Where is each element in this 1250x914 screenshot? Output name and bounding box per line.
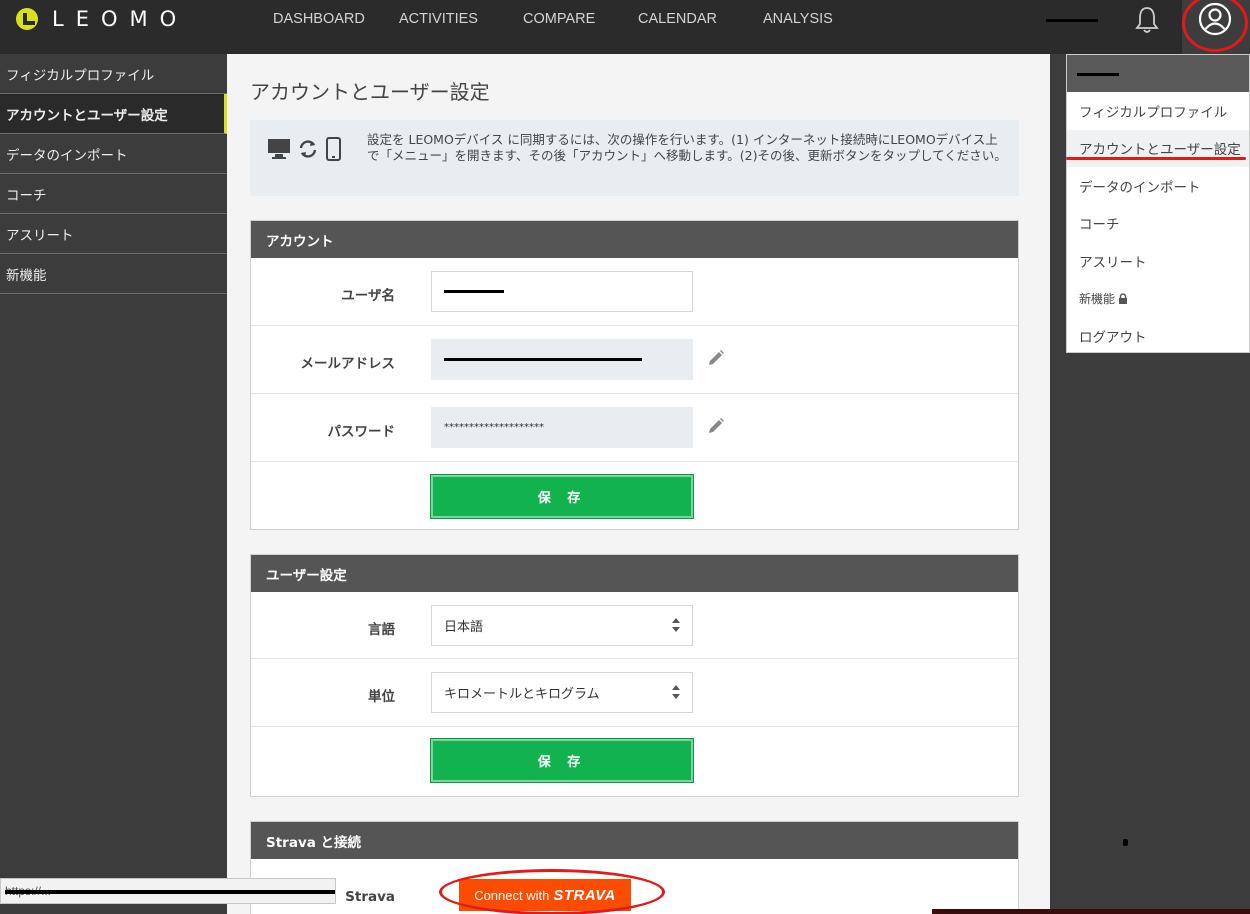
language-select[interactable]: 日本語 — [431, 605, 693, 646]
annotation-circle-strava — [439, 869, 665, 914]
password-label: パスワード — [327, 424, 396, 440]
user-settings-save-button[interactable]: 保 存 — [430, 738, 694, 783]
username-input[interactable] — [431, 271, 693, 312]
dropdown-item-physical-profile[interactable]: フィジカルプロファイル — [1067, 92, 1249, 130]
dropdown-item-data-import[interactable]: データのインポート — [1067, 167, 1249, 205]
strava-row: Strava Connect with STRAVA — [251, 859, 1018, 914]
sync-instructions: 設定を LEOMOデバイス に同期するには、次の操作を行います。(1) インター… — [367, 132, 1007, 163]
account-card-header: アカウント — [251, 221, 1018, 258]
dropdown-new-features-label: 新機能 — [1079, 291, 1116, 306]
language-label: 言語 — [368, 622, 395, 638]
phone-icon — [326, 137, 341, 161]
leomo-logo[interactable]: LEOMO — [16, 7, 189, 31]
user-settings-card: ユーザー設定 言語 日本語 単位 キロメートルとキログラム 保 存 — [250, 554, 1019, 797]
account-save-button[interactable]: 保 存 — [430, 474, 694, 519]
edit-email-pencil-icon[interactable] — [706, 348, 726, 368]
bell-icon[interactable] — [1132, 5, 1162, 35]
sync-info-box: 設定を LEOMOデバイス に同期するには、次の操作を行います。(1) インター… — [250, 120, 1019, 196]
sidebar-item-new-features[interactable]: 新機能 — [0, 254, 227, 294]
redacted-email-value — [444, 358, 642, 361]
page-title: アカウントとユーザー設定 — [250, 80, 490, 104]
strava-card-header: Strava と接続 — [251, 822, 1018, 859]
browser-status-bar: https://... — [0, 878, 336, 904]
user-dropdown-menu: フィジカルプロファイル アカウントとユーザー設定 データのインポート コーチ ア… — [1066, 54, 1250, 353]
sidebar: フィジカルプロファイル アカウントとユーザー設定 データのインポート コーチ ア… — [0, 54, 227, 914]
dropdown-item-logout[interactable]: ログアウト — [1067, 317, 1249, 355]
logo-text: LEOMO — [52, 7, 189, 31]
email-label: メールアドレス — [300, 356, 396, 372]
user-settings-save-row: 保 存 — [251, 727, 1018, 795]
email-row: メールアドレス — [251, 326, 1018, 394]
leomo-logo-mark-icon — [16, 8, 38, 30]
strava-label: Strava — [345, 889, 395, 905]
language-row: 言語 日本語 — [251, 592, 1018, 659]
sidebar-item-athlete[interactable]: アスリート — [0, 214, 227, 254]
top-navbar: LEOMO DASHBOARD ACTIVITIES COMPARE CALEN… — [0, 0, 1250, 54]
redacted-status-url — [5, 890, 335, 894]
sidebar-item-data-import[interactable]: データのインポート — [0, 134, 227, 174]
password-row: パスワード ******************** — [251, 394, 1018, 462]
lock-icon — [1119, 293, 1128, 304]
strava-card: Strava と接続 Strava Connect with STRAVA — [250, 821, 1019, 914]
username-label: ユーザ名 — [341, 288, 395, 304]
username-row: ユーザ名 — [251, 258, 1018, 326]
account-save-row: 保 存 — [251, 462, 1018, 531]
dropdown-item-athlete[interactable]: アスリート — [1067, 242, 1249, 280]
nav-dashboard[interactable]: DASHBOARD — [273, 11, 365, 27]
redacted-username-value — [444, 290, 504, 293]
sidebar-item-coach[interactable]: コーチ — [0, 174, 227, 214]
nav-activities[interactable]: ACTIVITIES — [399, 11, 478, 27]
edit-password-pencil-icon[interactable] — [706, 416, 726, 436]
unit-label: 単位 — [368, 689, 395, 705]
select-arrows-icon — [672, 618, 680, 632]
dropdown-item-account-settings[interactable]: アカウントとユーザー設定 — [1067, 129, 1249, 167]
email-field — [431, 339, 693, 380]
unit-select-value: キロメートルとキログラム — [444, 687, 600, 702]
password-field: ******************** — [431, 407, 693, 448]
account-card: アカウント ユーザ名 メールアドレス パスワード ***************… — [250, 220, 1019, 530]
redacted-dropdown-username — [1077, 73, 1119, 76]
redacted-username — [1046, 19, 1098, 22]
monitor-icon — [268, 139, 290, 159]
select-arrows-icon — [672, 685, 680, 699]
nav-calendar[interactable]: CALENDAR — [638, 11, 717, 27]
user-settings-card-header: ユーザー設定 — [251, 555, 1018, 592]
dropdown-header — [1067, 55, 1249, 92]
annotation-underline-account — [1066, 157, 1246, 160]
sidebar-item-physical-profile[interactable]: フィジカルプロファイル — [0, 54, 227, 94]
unit-select[interactable]: キロメートルとキログラム — [431, 672, 693, 713]
dropdown-item-coach[interactable]: コーチ — [1067, 205, 1249, 243]
language-select-value: 日本語 — [444, 620, 484, 635]
sidebar-item-account-settings[interactable]: アカウントとユーザー設定 — [0, 94, 227, 134]
dropdown-item-new-features[interactable]: 新機能 — [1067, 280, 1249, 318]
nav-analysis[interactable]: ANALYSIS — [763, 11, 833, 27]
nav-compare[interactable]: COMPARE — [523, 11, 595, 27]
bottom-edge-strip — [932, 909, 1250, 914]
stray-mark — [1123, 839, 1128, 846]
sync-icon — [299, 140, 317, 158]
main-content: アカウントとユーザー設定 設定を LEOMOデバイス に同期するには、次の操作を… — [227, 54, 1050, 914]
unit-row: 単位 キロメートルとキログラム — [251, 659, 1018, 727]
